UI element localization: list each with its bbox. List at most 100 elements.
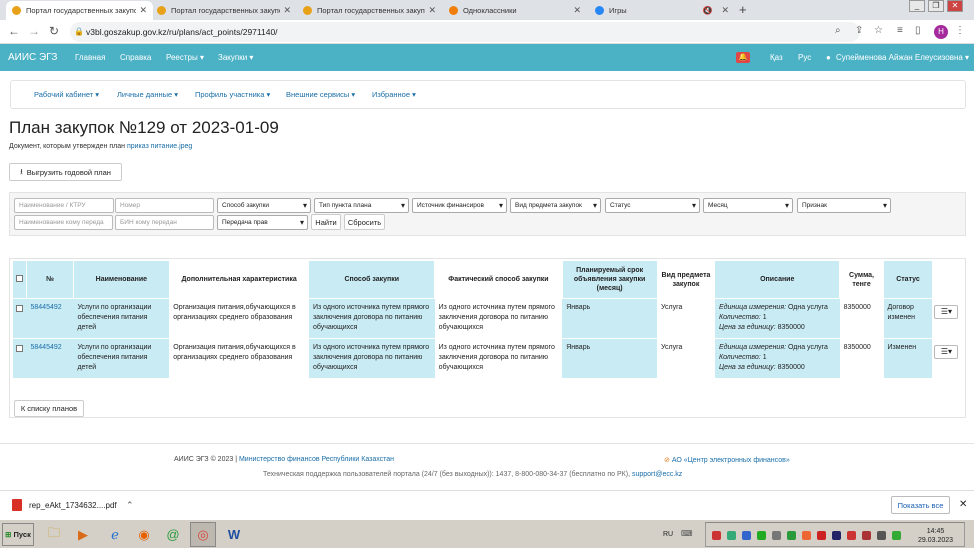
nav-registries[interactable]: Реестры ▾ <box>166 53 204 62</box>
message-tray-icon[interactable] <box>772 531 781 540</box>
word-icon[interactable]: W <box>221 522 247 547</box>
header-select-all[interactable] <box>12 260 27 299</box>
header-month: Планируемый срок объявления закупки (мес… <box>561 260 658 299</box>
tab-title: Одноклассники <box>463 6 517 15</box>
filter-input[interactable]: Наименование / КТРУ <box>14 198 114 213</box>
forward-icon[interactable]: → <box>28 24 40 38</box>
browser-tab[interactable]: Портал государственных закупок ✕ <box>151 1 297 20</box>
tab-close-icon[interactable]: ✕ <box>139 5 147 16</box>
flag-tray-icon[interactable] <box>817 531 826 540</box>
row-actions-menu-button[interactable]: ☰▾ <box>934 305 959 319</box>
document-link[interactable]: приказ питание.jpeg <box>127 143 192 150</box>
tab-close-icon[interactable]: ✕ <box>283 5 291 16</box>
network-tray-icon[interactable] <box>727 531 736 540</box>
windows-taskbar: ⊞ Пуск 🗀 ▶ ℯ ◉ @ ◎ W RU ⌨ 14:45 29.03.20… <box>0 519 974 548</box>
subnav-profile[interactable]: Профиль участника ▾ <box>195 90 270 99</box>
side-panel-icon[interactable]: ▯ <box>915 25 921 36</box>
reset-button[interactable]: Сбросить <box>344 214 385 230</box>
chrome-icon[interactable]: ◎ <box>190 522 216 547</box>
reading-list-icon[interactable]: ≡ <box>897 25 903 36</box>
update-tray-icon[interactable] <box>742 531 751 540</box>
filter-input[interactable]: Наименование кому переда <box>14 215 113 230</box>
checkbox[interactable] <box>16 274 23 282</box>
browser-tab[interactable]: Одноклассники ✕ <box>443 1 587 20</box>
notification-bell-icon[interactable]: 🔔 <box>736 52 750 63</box>
row-number-link[interactable]: 58445492 <box>31 344 62 351</box>
close-window-icon[interactable]: ✕ <box>947 0 963 12</box>
volume-tray-icon[interactable] <box>877 531 886 540</box>
search-button[interactable]: Найти <box>311 214 341 230</box>
browser-tab[interactable]: Портал государственных закупок ✕ <box>6 1 153 20</box>
nav-purchases[interactable]: Закупки ▾ <box>218 53 253 62</box>
clock[interactable]: 14:45 29.03.2023 <box>918 527 953 545</box>
close-download-bar-icon[interactable]: ✕ <box>959 499 967 510</box>
filter-select[interactable]: Источник финансиров <box>412 198 507 213</box>
filter-select[interactable]: Статус <box>605 198 700 213</box>
tab-close-icon[interactable]: ✕ <box>721 5 729 16</box>
row-actions-menu-button[interactable]: ☰▾ <box>934 345 959 359</box>
filter-input[interactable]: Номер <box>115 198 214 213</box>
browser-tab[interactable]: Игры 🔇 ✕ <box>589 1 735 20</box>
download-filename[interactable]: rep_eAkt_1734632....pdf <box>29 501 117 510</box>
lang-ru[interactable]: Рус <box>798 53 811 62</box>
share-icon[interactable]: ⇪ <box>855 25 863 36</box>
user-menu[interactable]: Супейменова Айжан Елеусизовна ▾ <box>836 53 969 62</box>
export-plan-button[interactable]: ⭳ Выгрузить годовой план <box>9 163 122 181</box>
filter-select[interactable]: Передача прав <box>217 215 308 230</box>
site-brand[interactable]: АИИС ЭГЗ <box>8 52 57 63</box>
checkbox[interactable] <box>15 305 23 312</box>
browser-tab[interactable]: Портал государственных закупок ✕ <box>297 1 442 20</box>
back-icon[interactable]: ← <box>8 24 20 38</box>
subnav-personal[interactable]: Личные данные ▾ <box>117 90 178 99</box>
power-tray-icon[interactable] <box>892 531 901 540</box>
desc-unit: Одна услуга <box>786 344 828 351</box>
record-tray-icon[interactable] <box>847 531 856 540</box>
filter-select[interactable]: Тип пункта плана <box>314 198 409 213</box>
app-tray-icon[interactable] <box>802 531 811 540</box>
support-email-link[interactable]: support@ecc.kz <box>632 471 682 478</box>
explorer-icon[interactable]: 🗀 <box>41 522 67 547</box>
restore-icon[interactable]: ❐ <box>928 0 944 12</box>
new-tab-button[interactable]: + <box>739 2 747 17</box>
nav-help[interactable]: Справка <box>120 53 151 62</box>
chevron-up-icon[interactable]: ⌃ <box>126 500 134 511</box>
back-to-plans-button[interactable]: К списку планов <box>14 400 84 417</box>
tab-close-icon[interactable]: ✕ <box>573 5 581 16</box>
address-bar[interactable]: 🔒 v3bl.goszakup.gov.kz/ru/plans/act_poin… <box>70 22 860 42</box>
mail-agent-icon[interactable]: @ <box>160 522 186 547</box>
tab-close-icon[interactable]: ✕ <box>428 5 436 16</box>
lang-kz[interactable]: Қаз <box>770 53 783 62</box>
profile-avatar[interactable]: H <box>934 25 948 39</box>
ministry-link[interactable]: Министерство финансов Республики Казахст… <box>239 456 394 463</box>
media-player-icon[interactable]: ▶ <box>70 522 96 547</box>
start-button[interactable]: ⊞ Пуск <box>2 523 34 546</box>
checkbox[interactable] <box>15 345 23 352</box>
tab-mute-icon[interactable]: 🔇 <box>702 6 712 15</box>
media-tray-icon[interactable] <box>862 531 871 540</box>
subnav-cabinet[interactable]: Рабочий кабинет ▾ <box>34 90 99 99</box>
language-indicator[interactable]: RU <box>663 531 673 538</box>
center-link[interactable]: АО «Центр электронных финансов» <box>672 457 790 464</box>
agent-tray-icon[interactable] <box>787 531 796 540</box>
nav-home[interactable]: Главная <box>75 53 105 62</box>
keyboard-icon[interactable]: ⌨ <box>681 529 693 538</box>
zoom-icon[interactable]: ⌕ <box>835 25 841 36</box>
reload-icon[interactable]: ↻ <box>49 24 59 38</box>
firefox-icon[interactable]: ◉ <box>131 522 157 547</box>
filter-select[interactable]: Способ закупки <box>217 198 311 213</box>
filter-select[interactable]: Месяц <box>703 198 793 213</box>
internet-explorer-icon[interactable]: ℯ <box>102 522 128 547</box>
subnav-favorites[interactable]: Избранное ▾ <box>372 90 416 99</box>
show-all-downloads-button[interactable]: Показать все <box>891 496 950 514</box>
filter-input[interactable]: БИН кому передан <box>115 215 214 230</box>
subnav-external[interactable]: Внешние сервисы ▾ <box>286 90 355 99</box>
antivirus-tray-icon[interactable] <box>712 531 721 540</box>
whatsapp-tray-icon[interactable] <box>757 531 766 540</box>
menu-kebab-icon[interactable]: ⋮ <box>955 25 965 36</box>
row-number-link[interactable]: 58445492 <box>31 304 62 311</box>
filter-select[interactable]: Признак <box>797 198 891 213</box>
filter-select[interactable]: Вид предмета закупок <box>510 198 601 213</box>
bookmark-star-icon[interactable]: ☆ <box>874 25 883 36</box>
minimize-icon[interactable]: _ <box>909 0 925 12</box>
monitor-tray-icon[interactable] <box>832 531 841 540</box>
